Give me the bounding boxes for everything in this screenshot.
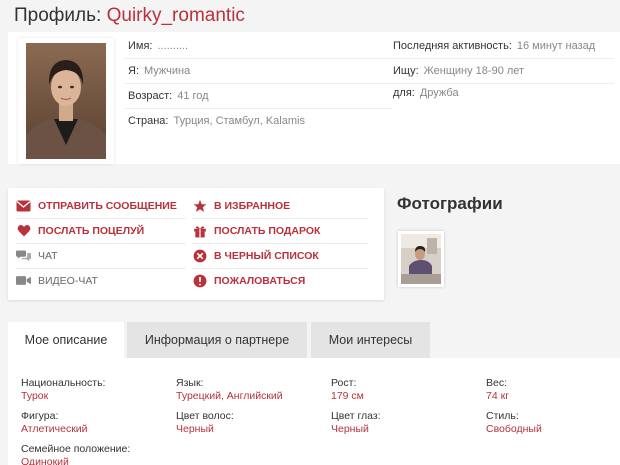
divider <box>192 268 368 269</box>
report-button[interactable]: ПОЖАЛОВАТЬСЯ <box>192 273 305 288</box>
divider <box>392 58 614 59</box>
detail-figure-value: Атлетический <box>21 423 88 435</box>
detail-figure-label: Фигура: <box>21 410 59 422</box>
send-gift-button[interactable]: ПОСЛАТЬ ПОДАРОК <box>192 223 320 238</box>
field-age: Возраст: 41 год <box>128 90 209 102</box>
tab-my-description[interactable]: Мое описание <box>8 322 124 358</box>
add-favorite-button[interactable]: В ИЗБРАННОЕ <box>192 198 290 213</box>
blacklist-button[interactable]: В ЧЕРНЫЙ СПИСОК <box>192 248 319 263</box>
profile-username: Quirky_romantic <box>106 5 245 26</box>
detail-height-value: 179 см <box>331 390 364 402</box>
field-seeking: Ищу: Женщину 18-90 лет <box>393 65 525 77</box>
field-name: Имя:.......... <box>128 40 189 52</box>
detail-hair-value: Черный <box>176 423 214 435</box>
actions-card: ОТПРАВИТЬ СООБЩЕНИЕ В ИЗБРАННОЕ ПОСЛАТЬ … <box>8 188 384 300</box>
photos-title: Фотографии <box>397 194 503 213</box>
divider <box>16 243 186 244</box>
detail-style-value: Свободный <box>486 423 542 435</box>
tab-partner-info[interactable]: Информация о партнере <box>127 322 307 358</box>
tab-content: Национальность: Турок Язык: Турецкий, Ан… <box>8 358 620 465</box>
profile-info-card: Имя:.......... Я: Мужчина Возраст: 41 год … <box>8 32 620 164</box>
divider <box>392 83 614 84</box>
detail-language-label: Язык: <box>176 377 204 389</box>
detail-language-value: Турецкий, Английский <box>176 390 283 402</box>
page-title: Профиль: Quirky_romantic <box>14 5 245 27</box>
divider <box>16 268 186 269</box>
field-country: Страна: Турция, Стамбул, Kalamis <box>128 115 305 127</box>
detail-nationality-label: Национальность: <box>21 377 106 389</box>
video-camera-icon <box>16 273 31 288</box>
detail-weight-label: Вес: <box>486 377 508 389</box>
field-last-activity: Последняя активность: 16 минут назад <box>393 40 596 52</box>
heart-icon <box>16 223 31 238</box>
detail-height-label: Рост: <box>331 377 357 389</box>
gift-icon <box>192 223 207 238</box>
tab-my-interests[interactable]: Мои интересы <box>311 322 430 358</box>
divider <box>124 108 392 109</box>
video-chat-button[interactable]: ВИДЕО-ЧАТ <box>16 273 98 288</box>
detail-weight-value: 74 кг <box>486 390 510 402</box>
divider <box>16 218 186 219</box>
field-purpose: для: Дружба <box>393 87 459 99</box>
avatar-frame[interactable] <box>18 38 114 164</box>
divider <box>124 58 392 59</box>
block-x-icon <box>192 248 207 263</box>
chat-bubbles-icon <box>16 248 31 263</box>
detail-marital-label: Семейное положение: <box>21 443 131 455</box>
star-icon <box>192 198 207 213</box>
envelope-icon <box>16 198 31 213</box>
page-title-prefix: Профиль: <box>14 5 102 26</box>
detail-eyes-value: Черный <box>331 423 369 435</box>
detail-style-label: Стиль: <box>486 410 519 422</box>
field-gender: Я: Мужчина <box>128 65 191 77</box>
detail-marital-value: Одинокий <box>21 456 69 465</box>
exclamation-icon <box>192 273 207 288</box>
chat-button[interactable]: ЧАТ <box>16 248 58 263</box>
detail-eyes-label: Цвет глаз: <box>331 410 381 422</box>
send-message-button[interactable]: ОТПРАВИТЬ СООБЩЕНИЕ <box>16 198 177 213</box>
photo-thumbnail[interactable] <box>398 231 444 287</box>
detail-hair-label: Цвет волос: <box>176 410 234 422</box>
detail-nationality-value: Турок <box>21 390 49 402</box>
divider <box>124 83 392 84</box>
avatar[interactable] <box>26 43 106 159</box>
divider <box>192 218 368 219</box>
divider <box>192 243 368 244</box>
profile-tabs: Мое описание Информация о партнере Мои и… <box>8 322 620 465</box>
send-kiss-button[interactable]: ПОСЛАТЬ ПОЦЕЛУЙ <box>16 223 144 238</box>
photo-image <box>401 234 441 284</box>
